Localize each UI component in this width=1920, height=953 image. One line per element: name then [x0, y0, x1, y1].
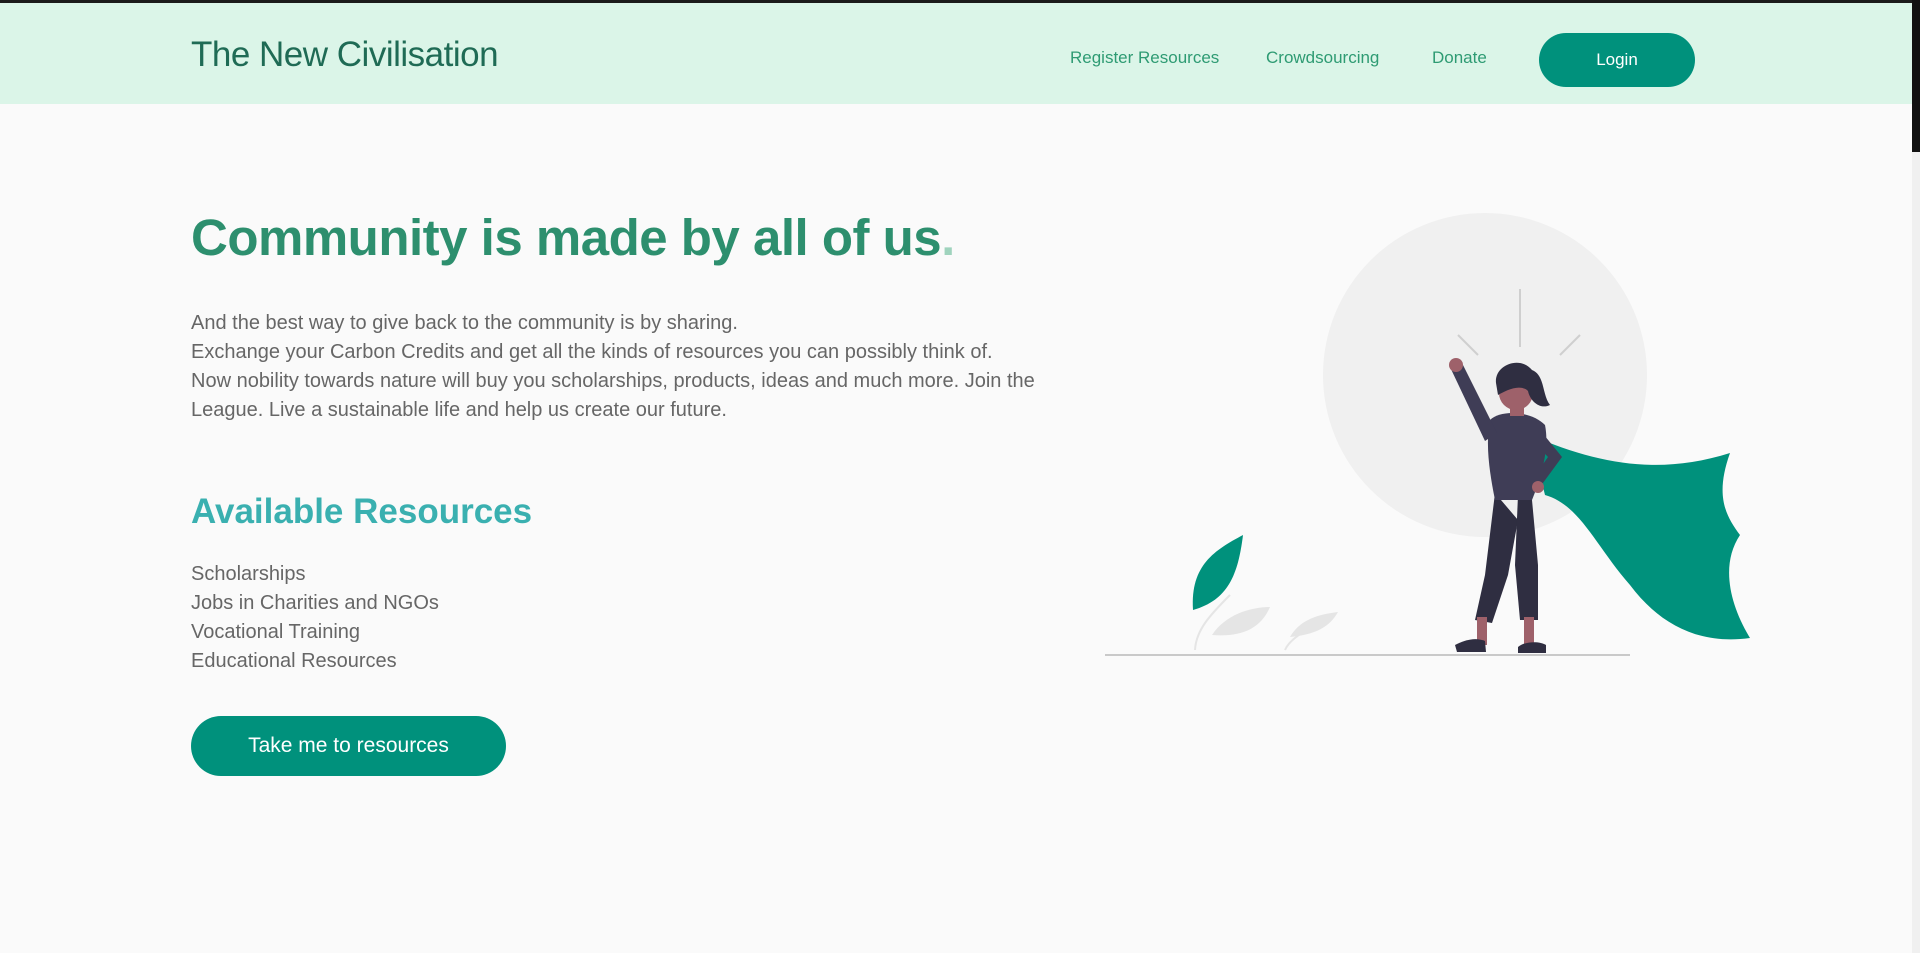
list-item: Vocational Training: [191, 621, 361, 643]
list-item: Scholarships: [191, 563, 306, 585]
hero-title-text: Community is made by all of us: [191, 209, 942, 266]
nav-link-register-resources[interactable]: Register Resources: [1070, 48, 1219, 68]
list-item: Jobs in Charities and NGOs: [191, 592, 439, 614]
login-button[interactable]: Login: [1539, 33, 1695, 87]
hero-paragraph-line: Now nobility towards nature will buy you…: [191, 370, 1035, 421]
scrollbar[interactable]: [1912, 0, 1920, 953]
hand: [1532, 481, 1544, 493]
available-resources-title: Available Resources: [191, 492, 533, 531]
hero-title: Community is made by all of us.: [191, 208, 955, 267]
fist: [1449, 358, 1463, 372]
superhero-illustration: [1105, 213, 1750, 656]
leaves: [1192, 535, 1338, 651]
take-me-to-resources-button[interactable]: Take me to resources: [191, 716, 506, 776]
hero-paragraph-line: Exchange your Carbon Credits and get all…: [191, 341, 993, 363]
hero-title-dot: .: [941, 209, 955, 266]
hero-paragraph: And the best way to give back to the com…: [191, 309, 1041, 425]
nav-link-crowdsourcing[interactable]: Crowdsourcing: [1266, 48, 1379, 68]
brand-logo[interactable]: The New Civilisation: [191, 35, 499, 75]
navbar: The New Civilisation Register Resources …: [0, 3, 1912, 104]
list-item: Educational Resources: [191, 650, 397, 672]
resources-list: Scholarships Jobs in Charities and NGOs …: [191, 560, 439, 676]
scrollbar-thumb[interactable]: [1912, 0, 1920, 152]
cape: [1530, 435, 1750, 640]
nav-link-donate[interactable]: Donate: [1432, 48, 1487, 68]
hero-paragraph-line: And the best way to give back to the com…: [191, 312, 738, 334]
